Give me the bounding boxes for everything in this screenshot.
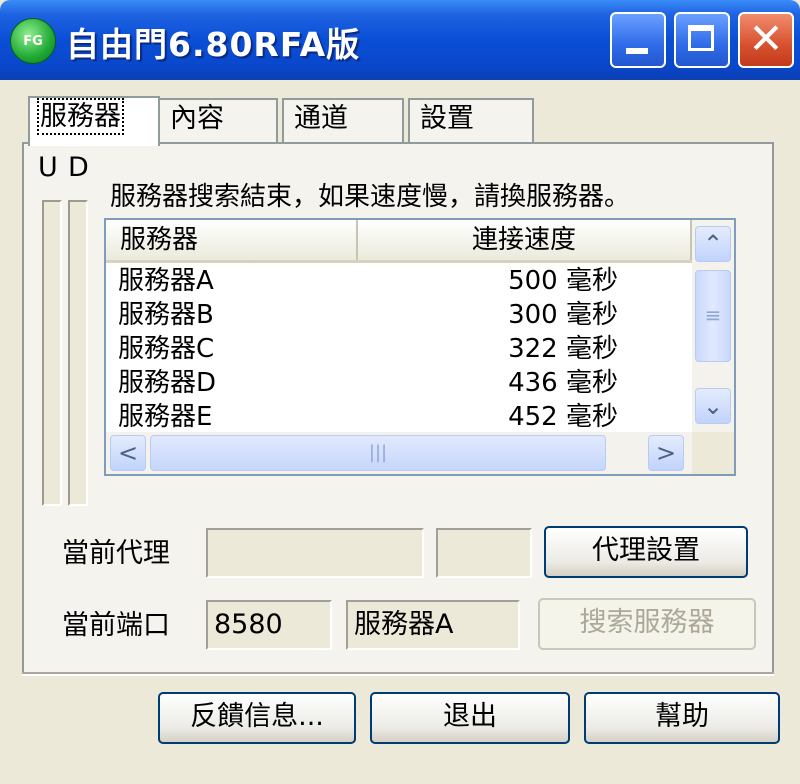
help-button[interactable]: 幫助 xyxy=(584,692,780,744)
download-meter xyxy=(68,200,88,506)
server-list-header: 服務器 連接速度 xyxy=(106,220,692,263)
upload-meter-label: U xyxy=(38,152,58,183)
scrollbar-corner xyxy=(692,432,734,474)
server-speed: 322 毫秒 xyxy=(508,334,618,364)
server-row[interactable]: 服務器D 436 毫秒 xyxy=(106,366,692,400)
scroll-right-button[interactable]: > xyxy=(648,435,684,471)
tab-servers[interactable]: 服務器 xyxy=(28,96,160,146)
tab-channel-label: 通道 xyxy=(294,103,348,134)
current-port-field: 8580 xyxy=(206,600,332,650)
close-button[interactable]: ✕ xyxy=(738,12,794,68)
tab-settings-label: 設置 xyxy=(420,103,474,134)
vertical-scrollbar[interactable]: ⌃ ≡ ⌄ xyxy=(692,220,734,432)
tab-channel[interactable]: 通道 xyxy=(282,98,404,142)
maximize-button[interactable] xyxy=(674,12,730,68)
tab-settings[interactable]: 設置 xyxy=(408,98,534,142)
column-header-server[interactable]: 服務器 xyxy=(106,220,358,260)
window-title: 自由門6.80RFA版 xyxy=(66,25,361,64)
grip-icon: ||| xyxy=(368,442,388,463)
minimize-icon xyxy=(626,48,648,54)
server-row[interactable]: 服務器E 452 毫秒 xyxy=(106,400,692,430)
close-icon: ✕ xyxy=(748,14,784,63)
server-name: 服務器A xyxy=(118,266,214,296)
scroll-up-button[interactable]: ⌃ xyxy=(695,226,731,262)
title-bar[interactable]: FG 自由門6.80RFA版 ✕ xyxy=(0,0,800,80)
download-meter-label: D xyxy=(68,152,89,183)
chevron-right-icon: > xyxy=(655,439,677,467)
feedback-button[interactable]: 反饋信息... xyxy=(158,692,356,744)
chevron-down-icon: ⌄ xyxy=(702,392,724,420)
server-name: 服務器D xyxy=(118,368,217,398)
footer-divider xyxy=(22,672,774,676)
server-list[interactable]: 服務器 連接速度 服務器A 500 毫秒 服務器B 300 毫秒 服務器C 32… xyxy=(104,218,736,476)
server-row[interactable]: 服務器A 500 毫秒 xyxy=(106,264,692,298)
server-name: 服務器B xyxy=(118,300,214,330)
exit-button[interactable]: 退出 xyxy=(370,692,570,744)
freegate-main-window: FG 自由門6.80RFA版 ✕ 服務器 內容 通道 設置 U D 服務器搜索結… xyxy=(0,0,800,784)
current-proxy-field xyxy=(206,528,424,578)
server-row[interactable]: 服務器B 300 毫秒 xyxy=(106,298,692,332)
server-list-body: 服務器A 500 毫秒 服務器B 300 毫秒 服務器C 322 毫秒 服務器D… xyxy=(106,264,692,430)
server-name: 服務器E xyxy=(118,402,213,430)
server-name: 服務器C xyxy=(118,334,215,364)
minimize-button[interactable] xyxy=(610,12,666,68)
scroll-left-button[interactable]: < xyxy=(110,435,146,471)
vertical-scroll-thumb[interactable]: ≡ xyxy=(695,270,731,362)
current-server-field: 服務器A xyxy=(346,600,520,650)
tab-servers-label: 服務器 xyxy=(37,98,124,135)
current-proxy-label: 當前代理 xyxy=(62,538,170,569)
horizontal-scrollbar[interactable]: < ||| > xyxy=(106,432,692,474)
tab-content[interactable]: 內容 xyxy=(158,98,278,142)
server-speed: 300 毫秒 xyxy=(508,300,618,330)
upload-meter xyxy=(42,200,62,506)
server-speed: 436 毫秒 xyxy=(508,368,618,398)
column-header-speed[interactable]: 連接速度 xyxy=(358,220,692,260)
chevron-left-icon: < xyxy=(117,439,139,467)
app-icon[interactable]: FG xyxy=(10,18,56,64)
proxy-settings-button[interactable]: 代理設置 xyxy=(544,526,748,578)
search-status-message: 服務器搜索結束，如果速度慢，請換服務器。 xyxy=(110,182,631,212)
server-row[interactable]: 服務器C 322 毫秒 xyxy=(106,332,692,366)
chevron-up-icon: ⌃ xyxy=(702,230,724,258)
horizontal-scroll-thumb[interactable]: ||| xyxy=(150,435,606,471)
maximize-icon xyxy=(688,25,714,51)
search-servers-button[interactable]: 搜索服務器 xyxy=(538,598,756,650)
server-speed: 452 毫秒 xyxy=(508,402,618,430)
tab-content-label: 內容 xyxy=(170,103,224,134)
grip-icon: ≡ xyxy=(704,303,722,327)
scroll-down-button[interactable]: ⌄ xyxy=(695,388,731,424)
current-port-label: 當前端口 xyxy=(62,610,170,641)
current-proxy-extra-field xyxy=(436,528,532,578)
server-speed: 500 毫秒 xyxy=(508,266,618,296)
